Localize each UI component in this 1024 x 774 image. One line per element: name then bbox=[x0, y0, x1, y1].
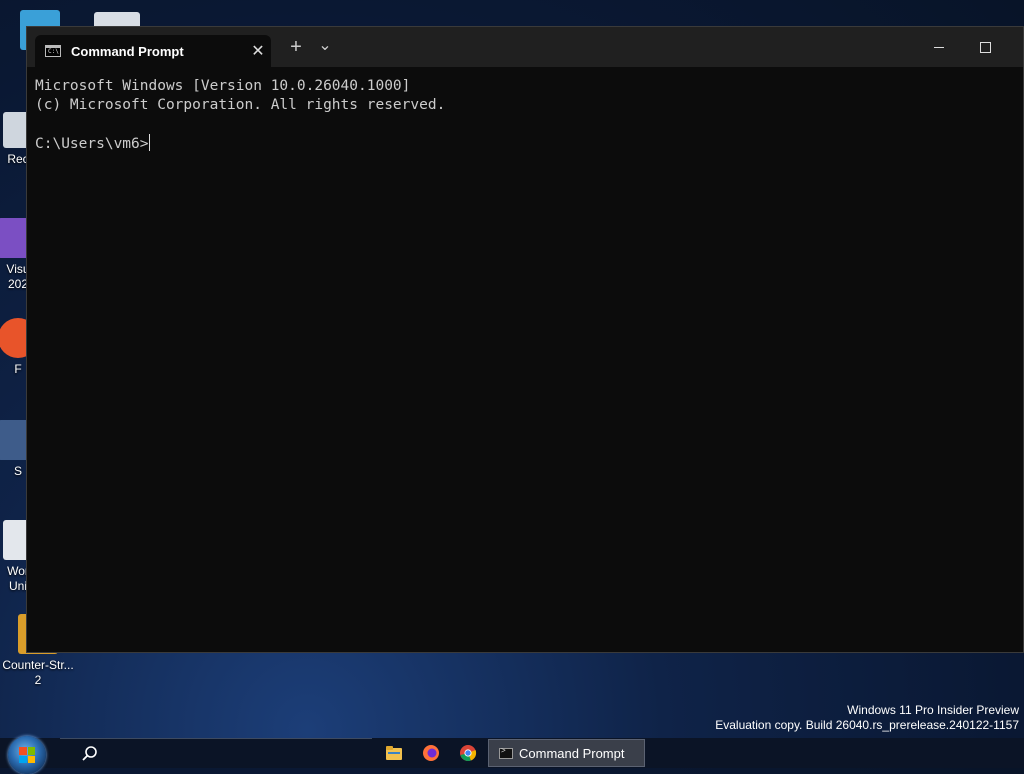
desktop-icon-label: Counter-Str... 2 bbox=[2, 658, 74, 687]
desktop-icon-label: S bbox=[13, 464, 22, 478]
minimize-button[interactable] bbox=[916, 27, 962, 67]
firefox-icon[interactable] bbox=[422, 744, 440, 762]
evaluation-watermark: Windows 11 Pro Insider Preview Evaluatio… bbox=[715, 703, 1019, 733]
new-tab-button[interactable]: + bbox=[284, 36, 308, 59]
terminal-window[interactable]: C:\ Command Prompt ✕ + ⌄ Microsoft Windo… bbox=[26, 26, 1024, 653]
maximize-icon bbox=[979, 41, 991, 53]
taskbar-divider bbox=[60, 738, 372, 739]
file-explorer-icon[interactable] bbox=[385, 744, 403, 762]
windows-logo-icon bbox=[19, 747, 35, 763]
close-tab-button[interactable]: ✕ bbox=[245, 41, 271, 61]
maximize-button[interactable] bbox=[962, 27, 1008, 67]
watermark-line: Evaluation copy. Build 26040.rs_prerelea… bbox=[715, 718, 1019, 732]
taskbar-command-prompt-button[interactable]: Command Prompt bbox=[488, 739, 645, 767]
taskbar-app-label: Command Prompt bbox=[519, 745, 625, 761]
tab-command-prompt[interactable]: C:\ Command Prompt ✕ bbox=[35, 35, 271, 67]
minimize-icon bbox=[934, 46, 944, 48]
console-prompt-line[interactable]: C:\Users\vm6> bbox=[35, 134, 1015, 154]
start-button[interactable] bbox=[8, 736, 46, 774]
tab-dropdown-button[interactable]: ⌄ bbox=[313, 35, 337, 55]
watermark-line: Windows 11 Pro Insider Preview bbox=[847, 703, 1019, 717]
terminal-icon: C:\ bbox=[45, 45, 61, 57]
chrome-icon[interactable] bbox=[459, 744, 477, 762]
terminal-icon bbox=[499, 746, 513, 759]
console-output[interactable]: Microsoft Windows [Version 10.0.26040.10… bbox=[27, 67, 1023, 164]
title-bar[interactable]: C:\ Command Prompt ✕ + ⌄ bbox=[27, 27, 1023, 67]
tab-title: Command Prompt bbox=[71, 43, 184, 59]
console-prompt: C:\Users\vm6> bbox=[35, 136, 149, 152]
desktop-icon-label: F bbox=[14, 362, 22, 376]
console-line: (c) Microsoft Corporation. All rights re… bbox=[35, 97, 446, 113]
search-icon[interactable] bbox=[80, 744, 100, 764]
console-line: Microsoft Windows [Version 10.0.26040.10… bbox=[35, 78, 411, 94]
text-cursor bbox=[148, 134, 150, 151]
